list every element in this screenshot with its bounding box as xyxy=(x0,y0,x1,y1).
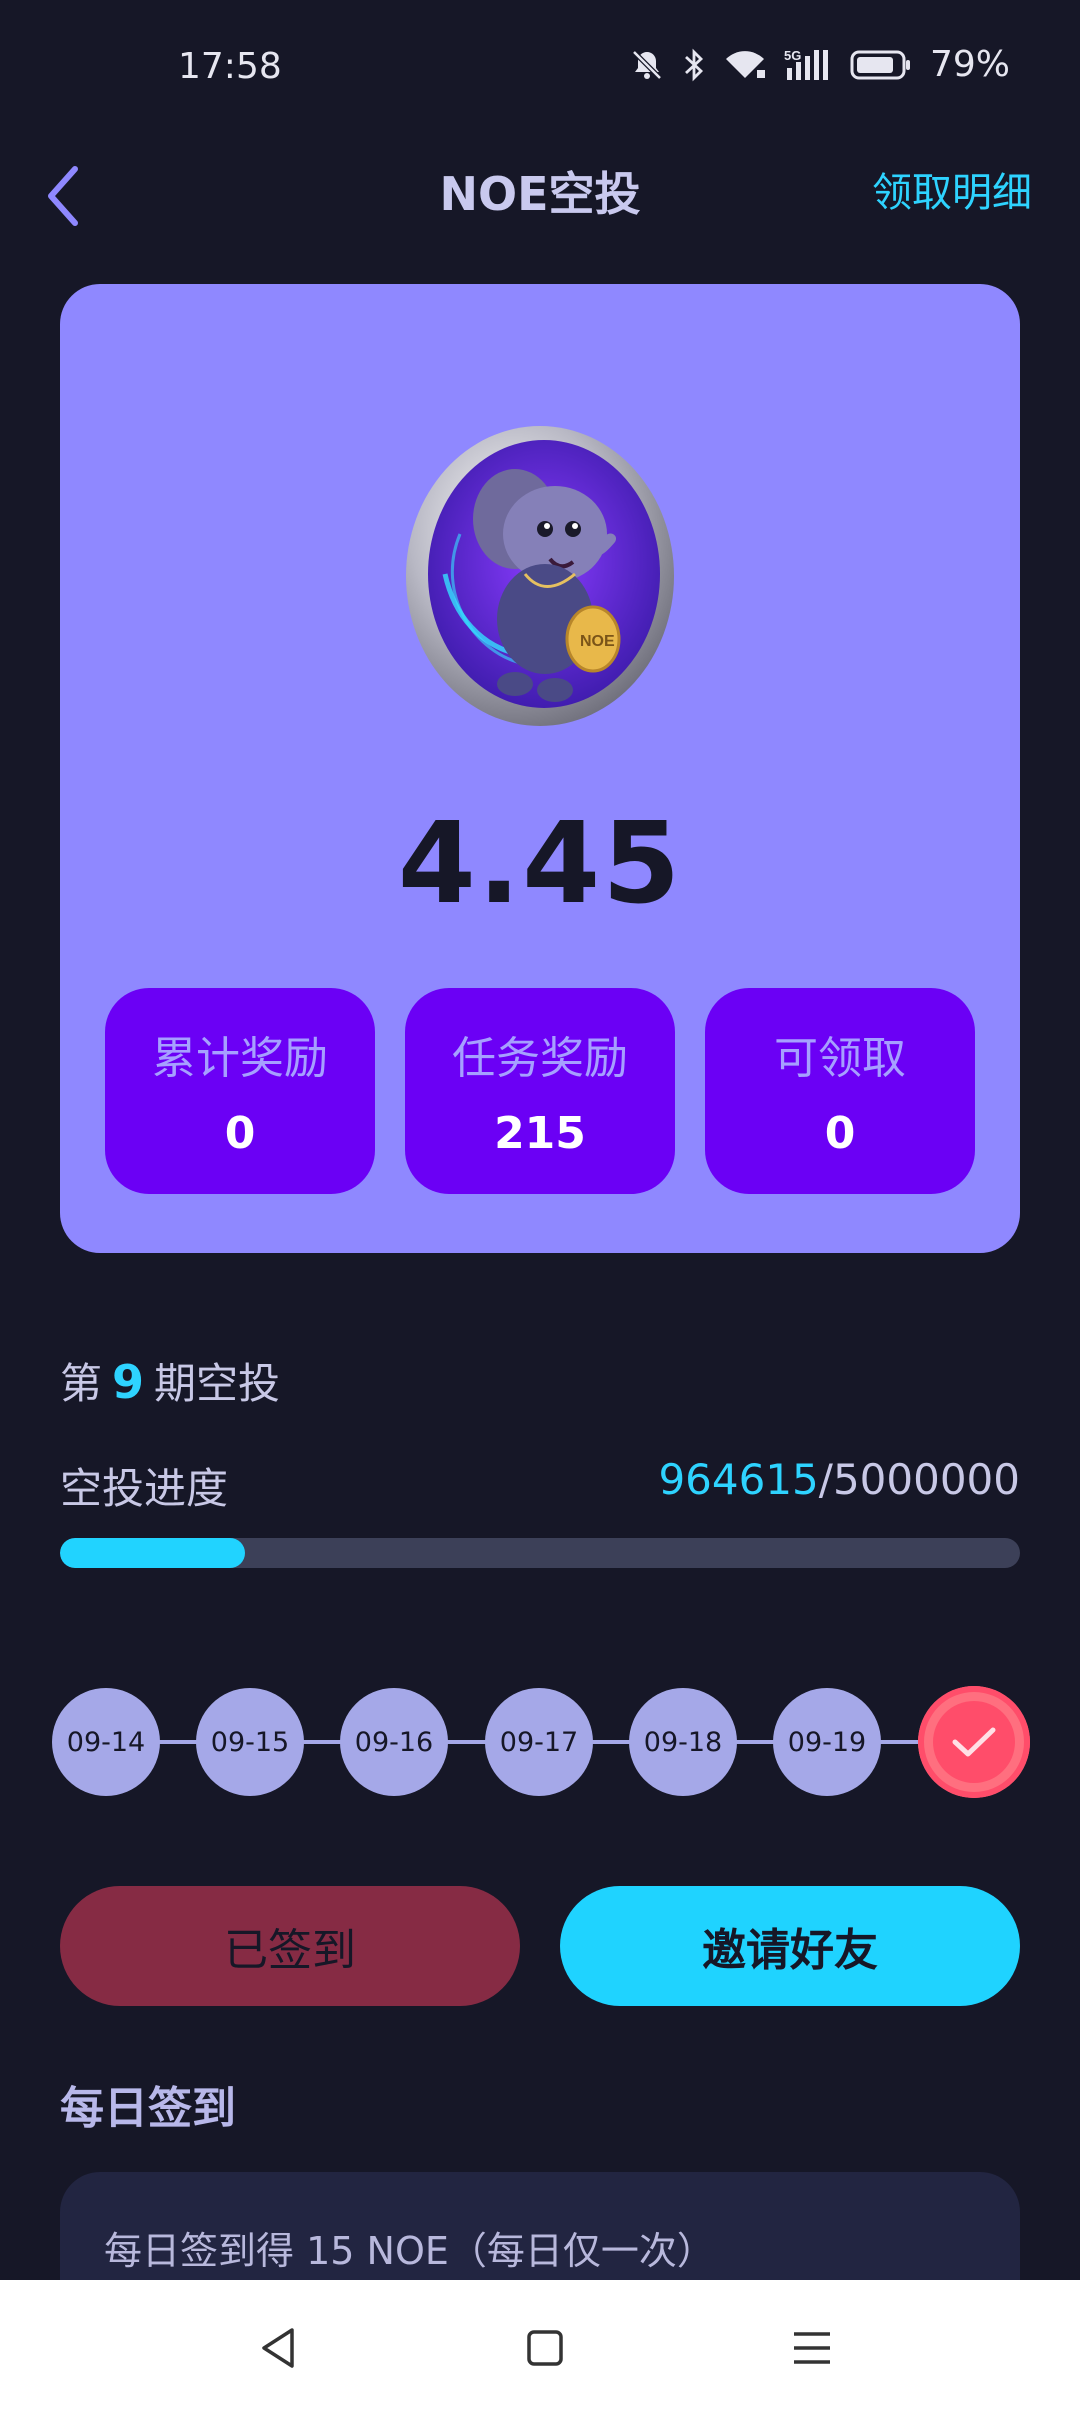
svg-text:5G: 5G xyxy=(784,48,801,63)
square-home-icon xyxy=(527,2330,563,2366)
noe-elephant-coin-logo: NOE xyxy=(405,424,675,729)
signal-5g-icon: 5G xyxy=(784,48,832,82)
date-node: 09-18 xyxy=(629,1688,737,1796)
claim-details-link[interactable]: 领取明细 xyxy=(872,160,1032,218)
invite-friends-button[interactable]: 邀请好友 xyxy=(560,1886,1020,2006)
progress-label: 空投进度 xyxy=(60,1464,229,1513)
stat-value: 0 xyxy=(824,1108,856,1159)
progress-bar xyxy=(60,1538,1020,1568)
signed-in-button[interactable]: 已签到 xyxy=(60,1886,520,2006)
app-header: NOE空投 领取明细 xyxy=(0,140,1080,250)
status-time: 17:58 xyxy=(178,46,282,87)
airdrop-period: 第 9 期空投 xyxy=(60,1350,280,1411)
battery-icon xyxy=(850,49,912,81)
stat-value: 215 xyxy=(494,1108,586,1159)
date-node: 09-15 xyxy=(196,1688,304,1796)
nav-menu-button[interactable] xyxy=(782,2318,842,2378)
stat-total-reward: 累计奖励 0 xyxy=(105,988,375,1194)
date-node: 09-17 xyxy=(485,1688,593,1796)
progress-separator: / xyxy=(818,1455,833,1504)
daily-task-text: 每日签到得 15 NOE（每日仅一次） xyxy=(104,2229,715,2273)
wifi-icon xyxy=(724,48,766,82)
period-prefix: 第 xyxy=(60,1359,103,1408)
stat-claimable: 可领取 0 xyxy=(705,988,975,1194)
svg-text:NOE: NOE xyxy=(580,633,615,650)
status-bar: 17:58 5G 79% xyxy=(0,0,1080,140)
bluetooth-icon xyxy=(682,48,706,82)
menu-lines-icon xyxy=(794,2332,830,2364)
period-suffix: 期空投 xyxy=(154,1359,281,1408)
stat-label: 累计奖励 xyxy=(152,1033,328,1084)
progress-total: 5000000 xyxy=(832,1455,1020,1504)
nav-home-button[interactable] xyxy=(515,2318,575,2378)
progress-current: 964615 xyxy=(658,1455,819,1504)
battery-percent: 79% xyxy=(929,44,1010,85)
today-checked-node xyxy=(918,1686,1030,1798)
stat-label: 可领取 xyxy=(774,1033,906,1084)
stat-label: 任务奖励 xyxy=(452,1033,628,1084)
period-number: 9 xyxy=(112,1355,145,1409)
date-node: 09-16 xyxy=(340,1688,448,1796)
airdrop-card: NOE 4.45 累计奖励 0 任务奖励 215 可领取 0 xyxy=(60,284,1020,1253)
daily-sign-in-title: 每日签到 xyxy=(60,2083,236,2134)
checkmark-icon xyxy=(952,1727,996,1757)
triangle-back-icon xyxy=(262,2328,294,2368)
progress-fill xyxy=(60,1538,246,1568)
status-icons: 5G 79% xyxy=(630,44,1010,85)
date-node: 09-14 xyxy=(52,1688,160,1796)
sign-in-timeline: 09-14 09-15 09-16 09-17 09-18 09-19 xyxy=(52,1686,1030,1798)
stat-value: 0 xyxy=(224,1108,256,1159)
progress-count: 964615/5000000 xyxy=(658,1455,1020,1504)
mute-icon xyxy=(630,48,664,82)
airdrop-balance: 4.45 xyxy=(397,799,683,929)
date-node: 09-19 xyxy=(773,1688,881,1796)
stat-task-reward: 任务奖励 215 xyxy=(405,988,675,1194)
system-nav-bar xyxy=(0,2280,1080,2412)
nav-back-button[interactable] xyxy=(248,2318,308,2378)
